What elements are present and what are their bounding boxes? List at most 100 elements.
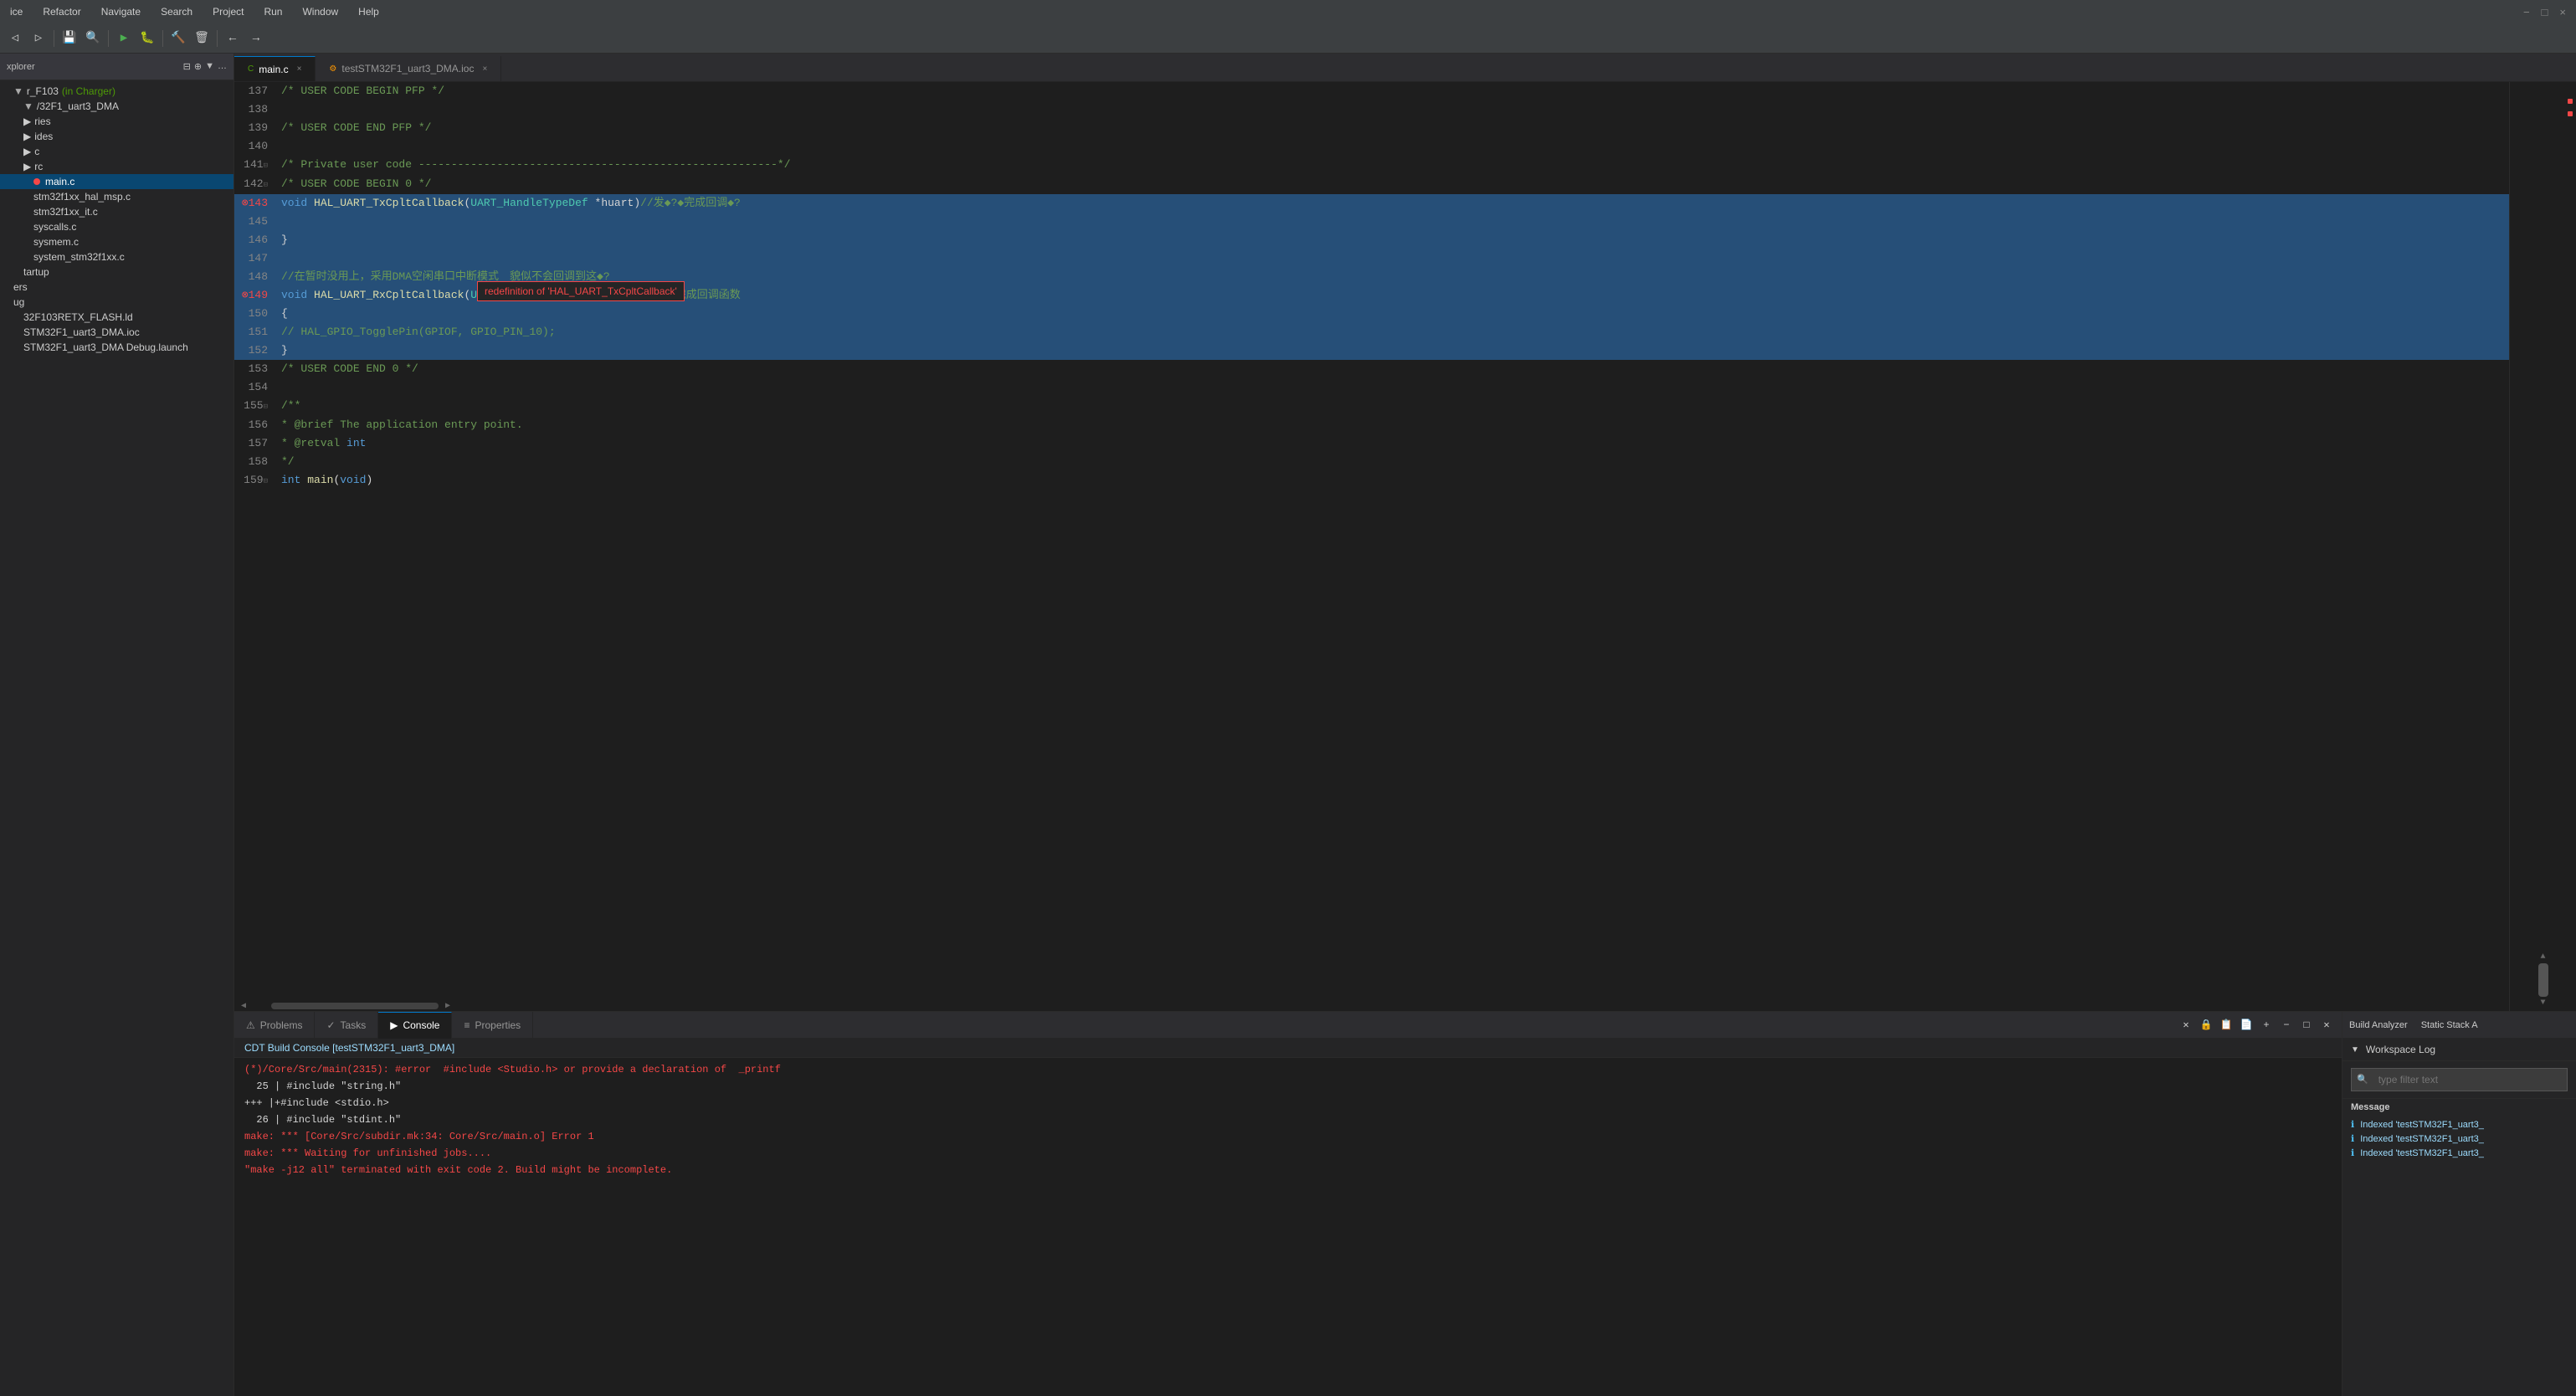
tree-c[interactable]: ▶ c xyxy=(0,144,233,159)
tree-flash-ld[interactable]: 32F103RETX_FLASH.ld xyxy=(0,310,233,325)
tree-debug-launch[interactable]: STM32F1_uart3_DMA Debug.launch xyxy=(0,340,233,355)
tasks-icon: ✓ xyxy=(326,1019,335,1031)
tab-close-main[interactable]: × xyxy=(297,64,302,74)
code-line-147: 147 xyxy=(234,249,2509,268)
panel-btn-close[interactable]: ✕ xyxy=(2318,1017,2335,1034)
tree-hal-msp-label: stm32f1xx_hal_msp.c xyxy=(33,191,131,203)
toolbar-debug[interactable]: 🐛 xyxy=(137,28,157,49)
tree-system[interactable]: system_stm32f1xx.c xyxy=(0,249,233,264)
console-line-5: make: *** [Core/Src/subdir.mk:34: Core/S… xyxy=(244,1128,2332,1145)
toolbar-build[interactable]: 🔨 xyxy=(168,28,188,49)
menu-ice[interactable]: ice xyxy=(7,4,26,19)
tree-uart3-label: /32F1_uart3_DMA xyxy=(37,100,119,112)
panel-tab-bar: ⚠ Problems ✓ Tasks ▶ Console ≡ xyxy=(234,1012,2342,1039)
menu-refactor[interactable]: Refactor xyxy=(39,4,84,19)
tasks-label: Tasks xyxy=(341,1019,367,1031)
code-line-154: 154 xyxy=(234,378,2509,397)
panel-btn-maximize[interactable]: □ xyxy=(2298,1017,2315,1034)
window-maximize[interactable]: □ xyxy=(2538,4,2552,20)
filter-input[interactable] xyxy=(2372,1070,2562,1089)
panel-btn-copy[interactable]: 📋 xyxy=(2218,1017,2235,1034)
console-line-1: (*)/Core/Src/main(2315): #error #include… xyxy=(244,1061,2332,1078)
tab-close-ioc[interactable]: × xyxy=(482,64,487,74)
toolbar-forward[interactable]: ▷ xyxy=(28,28,49,49)
toolbar: ◁ ▷ 💾 🔍 ▶ 🐛 🔨 🗑 ← → xyxy=(0,23,2576,54)
sidebar-filter[interactable]: ▼ xyxy=(205,61,214,72)
console-output[interactable]: (*)/Core/Src/main(2315): #error #include… xyxy=(234,1058,2342,1396)
log-icon-2: ℹ xyxy=(2351,1134,2354,1144)
toolbar-back[interactable]: ◁ xyxy=(5,28,25,49)
panel-tab-properties[interactable]: ≡ Properties xyxy=(452,1012,533,1039)
toolbar-navigate-back[interactable]: ← xyxy=(223,28,243,49)
panel-btn-scroll-lock[interactable]: 🔒 xyxy=(2198,1017,2214,1034)
panel-btn-paste[interactable]: 📄 xyxy=(2238,1017,2255,1034)
scroll-up[interactable]: ▲ xyxy=(2540,952,2545,962)
tree-sysmem[interactable]: sysmem.c xyxy=(0,234,233,249)
build-analyzer-tab[interactable]: Build Analyzer xyxy=(2349,1020,2408,1030)
scroll-left[interactable]: ◀ xyxy=(241,1001,246,1011)
window-close[interactable]: × xyxy=(2556,4,2569,20)
menu-window[interactable]: Window xyxy=(299,4,341,19)
static-stack-tab[interactable]: Static Stack A xyxy=(2421,1020,2478,1030)
tree-syscalls[interactable]: syscalls.c xyxy=(0,219,233,234)
console-line-3: +++ |+#include <stdio.h> xyxy=(244,1095,2332,1111)
panel-btn-minimize[interactable]: − xyxy=(2278,1017,2295,1034)
tree-it[interactable]: stm32f1xx_it.c xyxy=(0,204,233,219)
tree-system-label: system_stm32f1xx.c xyxy=(33,251,125,263)
tab-icon-main: C xyxy=(248,64,254,74)
tree-tartup[interactable]: tartup xyxy=(0,264,233,280)
panel-btn-clear[interactable]: ✕ xyxy=(2178,1017,2194,1034)
tree-flash-ld-label: 32F103RETX_FLASH.ld xyxy=(23,311,133,323)
tab-ioc[interactable]: ⚙ testSTM32F1_uart3_DMA.ioc × xyxy=(316,56,501,81)
vert-scroll-thumb[interactable] xyxy=(2538,963,2548,997)
tab-main-c[interactable]: C main.c × xyxy=(234,56,316,81)
scroll-right[interactable]: ▶ xyxy=(445,1001,450,1011)
menu-navigate[interactable]: Navigate xyxy=(98,4,144,19)
menu-run[interactable]: Run xyxy=(260,4,285,19)
panel-tab-console[interactable]: ▶ Console xyxy=(378,1012,452,1039)
code-line-152: 152 } xyxy=(234,341,2509,360)
toolbar-sep-4 xyxy=(217,30,218,47)
toolbar-save[interactable]: 💾 xyxy=(59,28,80,49)
workspace-log-header[interactable]: ▼ Workspace Log xyxy=(2343,1039,2576,1061)
toolbar-run[interactable]: ▶ xyxy=(114,28,134,49)
menu-help[interactable]: Help xyxy=(355,4,382,19)
code-line-143: ⊗143 void HAL_UART_TxCpltCallback(UART_H… xyxy=(234,194,2509,213)
workspace-log-arrow: ▼ xyxy=(2351,1045,2359,1055)
code-line-151: 151 // HAL_GPIO_TogglePin(GPIOF, GPIO_PI… xyxy=(234,323,2509,341)
tree-ers[interactable]: ers xyxy=(0,280,233,295)
log-text-2: Indexed 'testSTM32F1_uart3_ xyxy=(2360,1134,2484,1144)
panel-btn-new[interactable]: + xyxy=(2258,1017,2275,1034)
tree-it-label: stm32f1xx_it.c xyxy=(33,206,98,218)
problems-label: Problems xyxy=(260,1019,303,1031)
tree-ries-label: ries xyxy=(34,115,50,127)
toolbar-search[interactable]: 🔍 xyxy=(83,28,103,49)
tree-ioc[interactable]: STM32F1_uart3_DMA.ioc xyxy=(0,325,233,340)
tree-project[interactable]: ▼ r_F103 (in Charger) xyxy=(0,84,233,99)
tree-hal-msp[interactable]: stm32f1xx_hal_msp.c xyxy=(0,189,233,204)
horiz-scroll-thumb[interactable] xyxy=(271,1003,439,1009)
error-tooltip: redefinition of 'HAL_UART_TxCpltCallback… xyxy=(477,281,685,301)
toolbar-navigate-forward[interactable]: → xyxy=(246,28,266,49)
tab-bar: C main.c × ⚙ testSTM32F1_uart3_DMA.ioc × xyxy=(234,54,2576,82)
tree-uart3-dma[interactable]: ▼ /32F1_uart3_DMA xyxy=(0,99,233,114)
tree-ides[interactable]: ▶ ides xyxy=(0,129,233,144)
tree-ug[interactable]: ug xyxy=(0,295,233,310)
tree-rc[interactable]: ▶ rc xyxy=(0,159,233,174)
menu-project[interactable]: Project xyxy=(209,4,247,19)
sidebar-collapse-all[interactable]: ⊟ xyxy=(183,61,191,72)
code-line-138: 138 xyxy=(234,100,2509,119)
panel-tab-problems[interactable]: ⚠ Problems xyxy=(234,1012,315,1039)
tree-ries[interactable]: ▶ ries xyxy=(0,114,233,129)
panel-tab-tasks[interactable]: ✓ Tasks xyxy=(315,1012,378,1039)
horiz-scrollbar[interactable]: ◀ ▶ xyxy=(234,1001,2509,1011)
sidebar-more[interactable]: … xyxy=(218,61,227,72)
code-line-145: 145 xyxy=(234,213,2509,231)
window-minimize[interactable]: − xyxy=(2520,4,2533,20)
scroll-down[interactable]: ▼ xyxy=(2540,998,2545,1008)
tree-sysmem-label: sysmem.c xyxy=(33,236,79,248)
menu-search[interactable]: Search xyxy=(157,4,196,19)
toolbar-clean[interactable]: 🗑 xyxy=(192,28,212,49)
sidebar-link[interactable]: ⊕ xyxy=(194,61,202,72)
tree-main-c[interactable]: main.c xyxy=(0,174,233,189)
